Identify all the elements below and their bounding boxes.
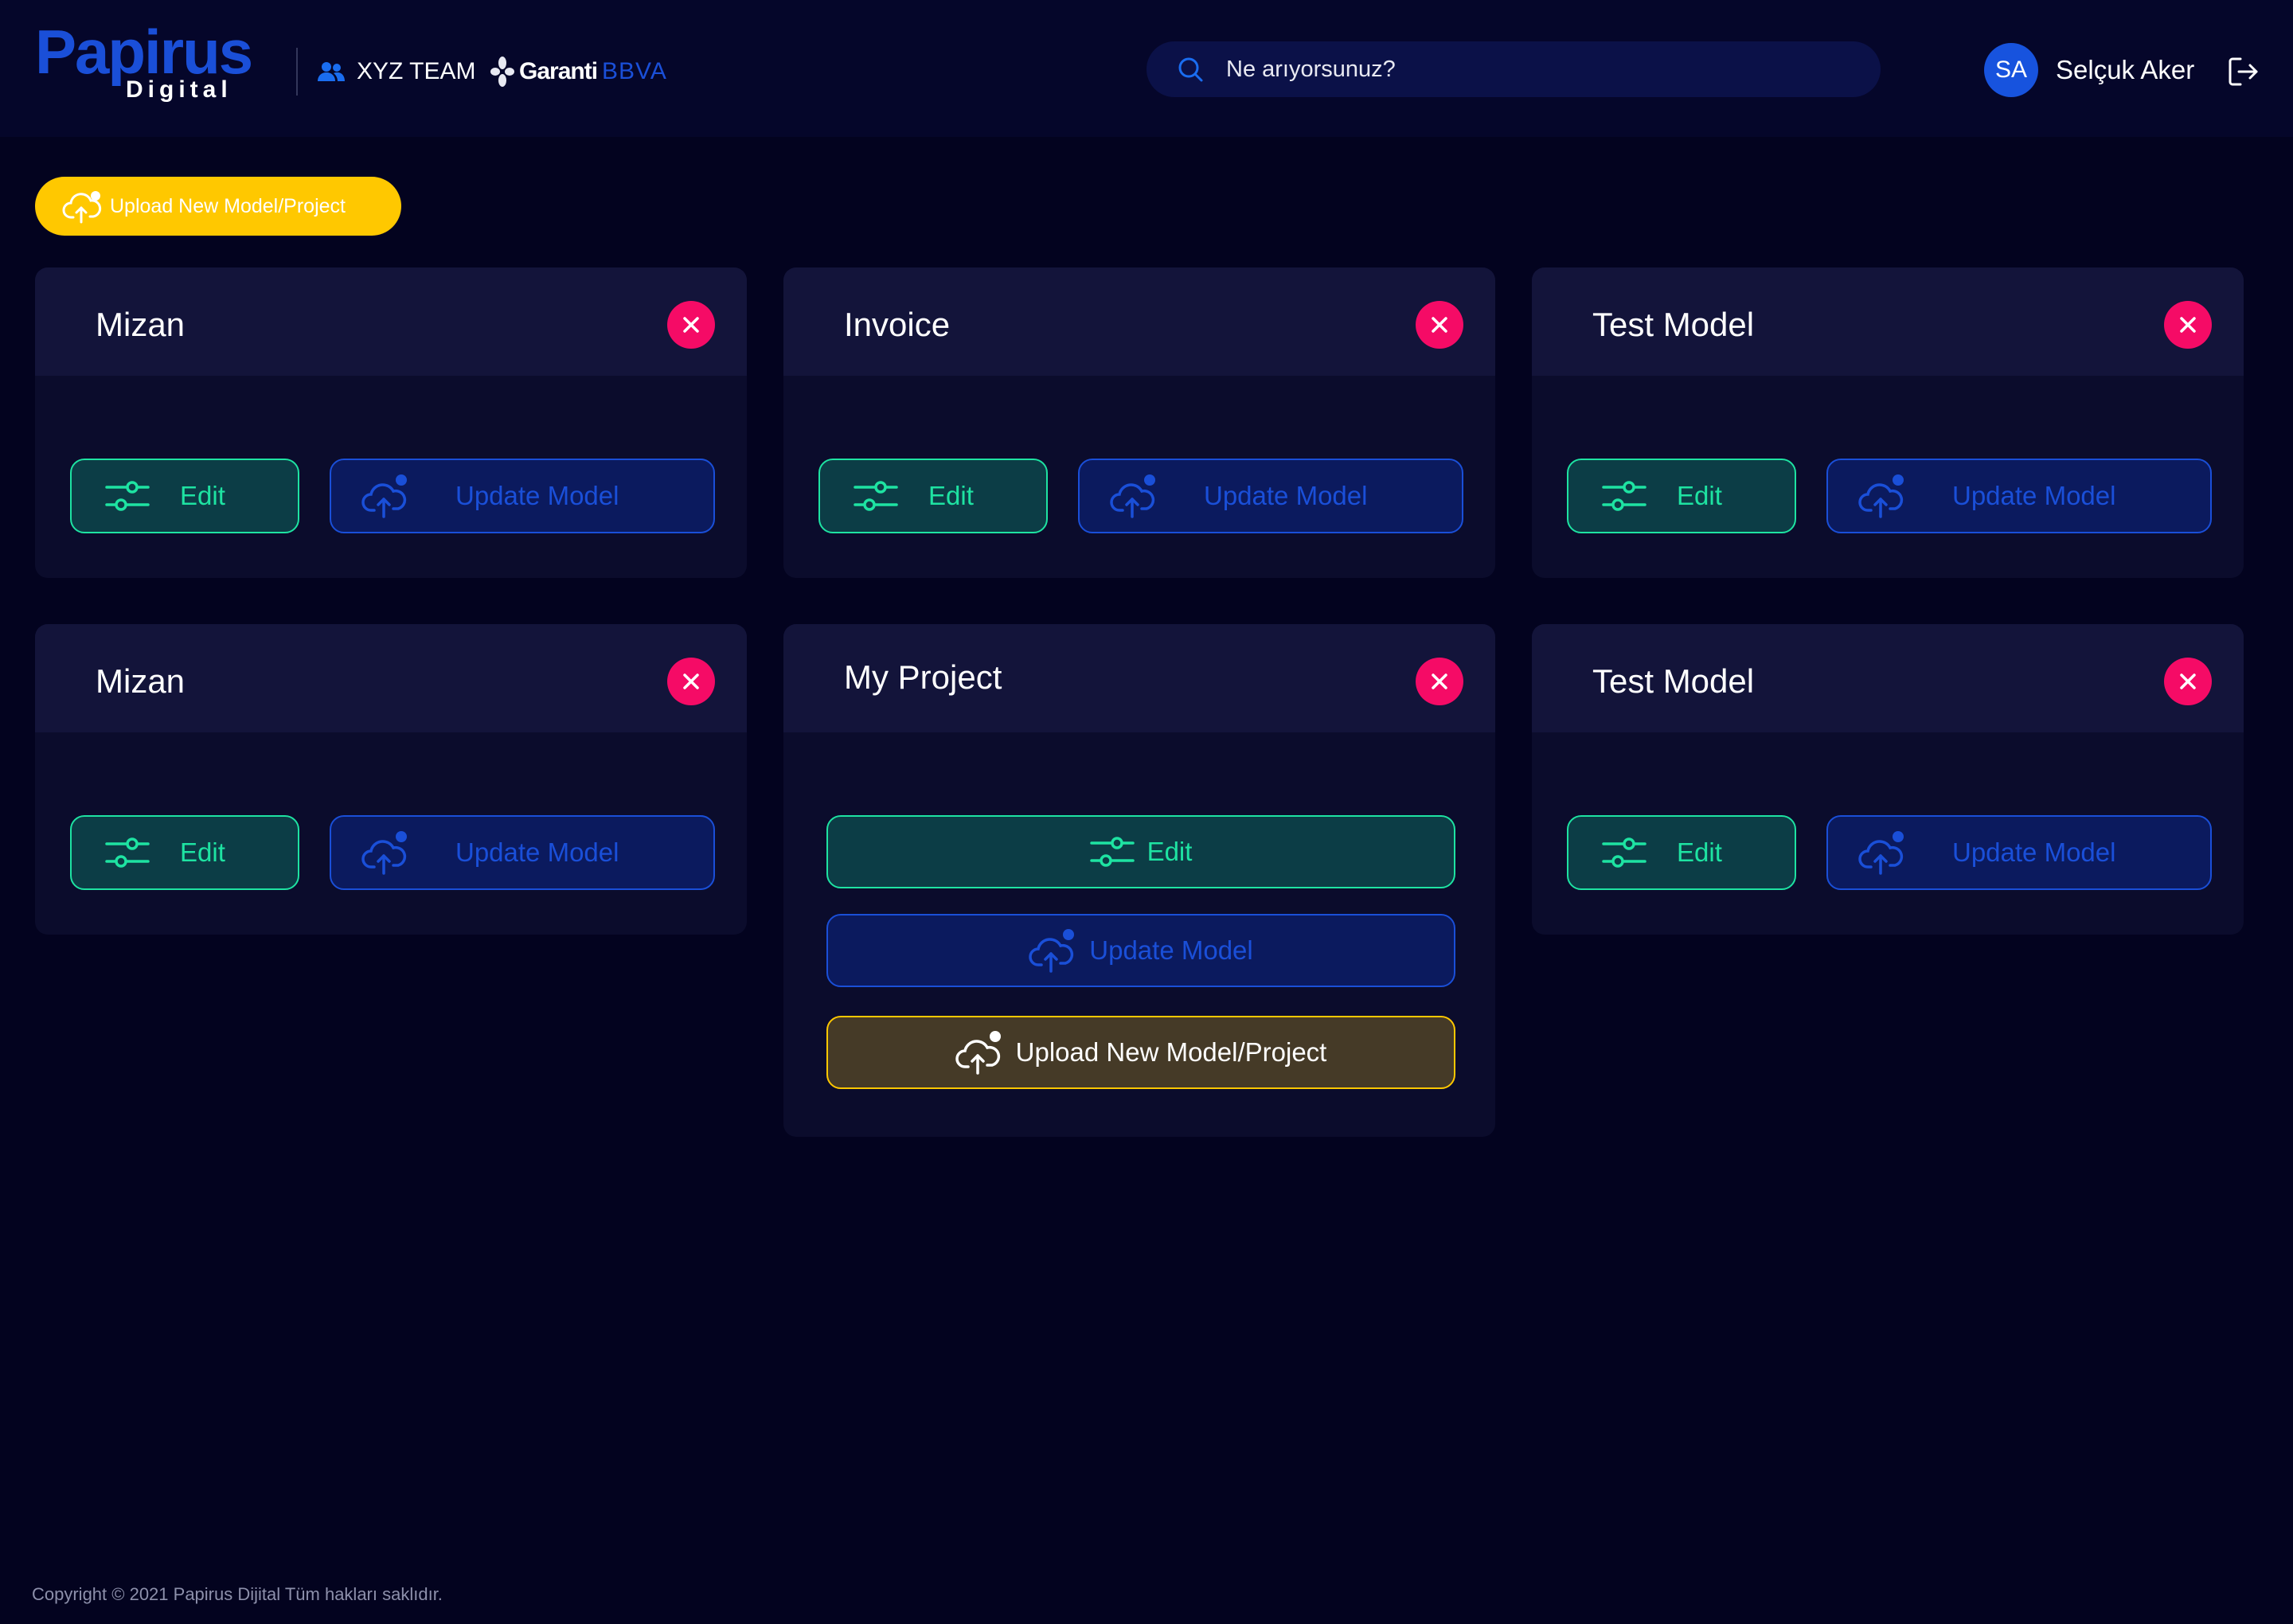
close-icon bbox=[683, 673, 699, 689]
model-card: Test Model Edit Update Model bbox=[1532, 624, 2244, 935]
papirus-logo[interactable]: Papirus Digital bbox=[32, 21, 271, 108]
card-title: My Project bbox=[844, 658, 1002, 696]
update-model-label: Update Model bbox=[455, 837, 619, 867]
card-title: Invoice bbox=[844, 306, 951, 343]
cloud-upload-icon bbox=[62, 191, 102, 224]
card-header: Test Model bbox=[1532, 624, 2244, 732]
model-card: Test Model Edit Update Model bbox=[1532, 267, 2244, 578]
card-title: Mizan bbox=[96, 306, 186, 343]
model-card: Mizan Edit Update Model bbox=[35, 624, 747, 935]
delete-card-button[interactable] bbox=[2164, 301, 2212, 349]
edit-label: Edit bbox=[928, 481, 974, 510]
close-icon bbox=[1432, 673, 1447, 689]
card-header: Invoice bbox=[783, 267, 1495, 376]
garanti-bbva-logo: Garanti BBVA bbox=[490, 53, 667, 91]
card-header: Mizan bbox=[35, 624, 747, 732]
search-input[interactable] bbox=[1225, 55, 1849, 84]
edit-button[interactable]: Edit bbox=[1567, 459, 1796, 533]
bank-name-garanti: Garanti bbox=[519, 58, 598, 84]
upload-new-model-label: Upload New Model/Project bbox=[110, 194, 346, 217]
card-header: Mizan bbox=[35, 267, 747, 376]
sliders-icon bbox=[105, 837, 150, 868]
delete-card-button[interactable] bbox=[667, 658, 715, 705]
update-model-button[interactable]: Update Model bbox=[330, 815, 715, 890]
upload-new-model-button[interactable]: Upload New Model/Project bbox=[35, 177, 401, 236]
user-avatar[interactable]: SA bbox=[1984, 43, 2038, 97]
clover-icon bbox=[490, 57, 514, 87]
edit-label: Edit bbox=[1146, 837, 1193, 866]
top-header: Papirus Digital XYZ TEAM Garanti BBVA Ne… bbox=[0, 0, 2293, 137]
cloud-upload-icon bbox=[955, 1031, 1001, 1075]
update-model-button[interactable]: Update Model bbox=[330, 459, 715, 533]
bank-name-bbva: BBVA bbox=[602, 58, 667, 84]
model-card: Mizan Edit Update Model bbox=[35, 267, 747, 578]
sliders-icon bbox=[105, 481, 150, 511]
close-icon bbox=[2180, 317, 2196, 333]
logo-sub-text: Digital bbox=[126, 76, 232, 103]
update-model-button[interactable]: Update Model bbox=[1826, 459, 2212, 533]
edit-button[interactable]: Edit bbox=[1567, 815, 1796, 890]
footer-copyright: Copyright © 2021 Papirus Dijital Tüm hak… bbox=[32, 1584, 443, 1604]
delete-card-button[interactable] bbox=[1416, 301, 1463, 349]
close-icon bbox=[1432, 317, 1447, 333]
delete-card-button[interactable] bbox=[1416, 658, 1463, 705]
search-icon bbox=[1178, 57, 1203, 82]
user-name[interactable]: Selçuk Aker bbox=[2056, 53, 2194, 88]
logo-main-text: Papirus bbox=[35, 17, 253, 87]
card-header: My Project bbox=[783, 624, 1495, 732]
update-model-label: Update Model bbox=[1089, 935, 1253, 965]
users-icon bbox=[318, 62, 345, 81]
delete-card-button[interactable] bbox=[2164, 658, 2212, 705]
edit-label: Edit bbox=[180, 481, 225, 510]
team-selector[interactable]: XYZ TEAM bbox=[317, 54, 475, 89]
close-icon bbox=[683, 317, 699, 333]
cloud-upload-icon bbox=[1858, 831, 1904, 875]
delete-card-button[interactable] bbox=[667, 301, 715, 349]
edit-label: Edit bbox=[1677, 837, 1722, 867]
cloud-upload-icon bbox=[361, 831, 407, 875]
cloud-upload-icon bbox=[1858, 474, 1904, 518]
update-model-button[interactable]: Update Model bbox=[826, 914, 1455, 987]
sliders-icon bbox=[1602, 481, 1647, 511]
model-card: Invoice Edit Update Model bbox=[783, 267, 1495, 578]
sliders-icon bbox=[854, 481, 898, 511]
card-header: Test Model bbox=[1532, 267, 2244, 376]
header-divider bbox=[296, 48, 298, 96]
logout-icon[interactable] bbox=[2226, 54, 2261, 89]
cloud-upload-icon bbox=[361, 474, 407, 518]
card-title: Test Model bbox=[1592, 662, 1755, 700]
update-model-button[interactable]: Update Model bbox=[1826, 815, 2212, 890]
cloud-upload-icon bbox=[1029, 929, 1075, 973]
sliders-icon bbox=[1089, 837, 1135, 867]
edit-button[interactable]: Edit bbox=[818, 459, 1048, 533]
update-model-label: Update Model bbox=[1204, 481, 1368, 510]
search-bar[interactable] bbox=[1146, 41, 1881, 97]
update-model-button[interactable]: Update Model bbox=[1078, 459, 1463, 533]
update-model-label: Update Model bbox=[455, 481, 619, 510]
team-name: XYZ TEAM bbox=[357, 58, 476, 84]
edit-button[interactable]: Edit bbox=[70, 459, 299, 533]
cloud-upload-icon bbox=[1110, 474, 1155, 518]
model-card-expanded: My Project Edit Update Model Upload New … bbox=[783, 624, 1495, 1137]
close-icon bbox=[2180, 673, 2196, 689]
card-title: Test Model bbox=[1592, 306, 1755, 343]
update-model-label: Update Model bbox=[1952, 837, 2116, 867]
edit-label: Edit bbox=[1677, 481, 1722, 510]
edit-button[interactable]: Edit bbox=[826, 815, 1455, 888]
edit-button[interactable]: Edit bbox=[70, 815, 299, 890]
upload-new-model-label: Upload New Model/Project bbox=[1015, 1037, 1327, 1067]
card-title: Mizan bbox=[96, 662, 186, 700]
sliders-icon bbox=[1602, 837, 1647, 868]
update-model-label: Update Model bbox=[1952, 481, 2116, 510]
upload-new-model-button[interactable]: Upload New Model/Project bbox=[826, 1016, 1455, 1089]
edit-label: Edit bbox=[180, 837, 225, 867]
